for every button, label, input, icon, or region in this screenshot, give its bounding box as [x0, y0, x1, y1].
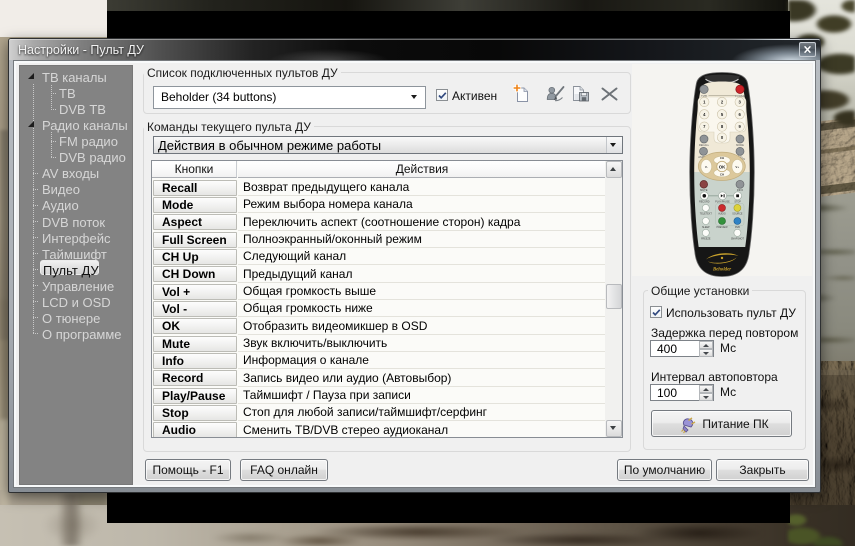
svg-text:SOURCE: SOURCE — [732, 213, 743, 216]
svg-text:RECALL: RECALL — [699, 143, 710, 147]
svg-text:CH: CH — [720, 156, 724, 160]
svg-text:DVB: DVB — [735, 226, 740, 229]
svg-text:V-: V- — [705, 165, 708, 169]
svg-text:INFO: INFO — [737, 188, 743, 192]
svg-text:TELETEXT: TELETEXT — [700, 213, 713, 216]
svg-text:V+: V+ — [735, 165, 739, 169]
svg-text:SNAPSHOT: SNAPSHOT — [731, 238, 745, 241]
svg-text:PREVIEW: PREVIEW — [716, 226, 728, 229]
svg-text:MUTE: MUTE — [700, 188, 708, 192]
svg-text:OK: OK — [719, 164, 726, 169]
svg-text:SLEEP: SLEEP — [702, 226, 710, 229]
svg-text:MODE: MODE — [736, 143, 744, 147]
svg-text:RECORD: RECORD — [699, 201, 710, 204]
svg-text:Beholder: Beholder — [712, 268, 731, 273]
svg-text:FREEZE: FREEZE — [701, 238, 711, 241]
svg-text:CH: CH — [720, 173, 724, 177]
svg-text:AUDIO: AUDIO — [718, 213, 726, 216]
